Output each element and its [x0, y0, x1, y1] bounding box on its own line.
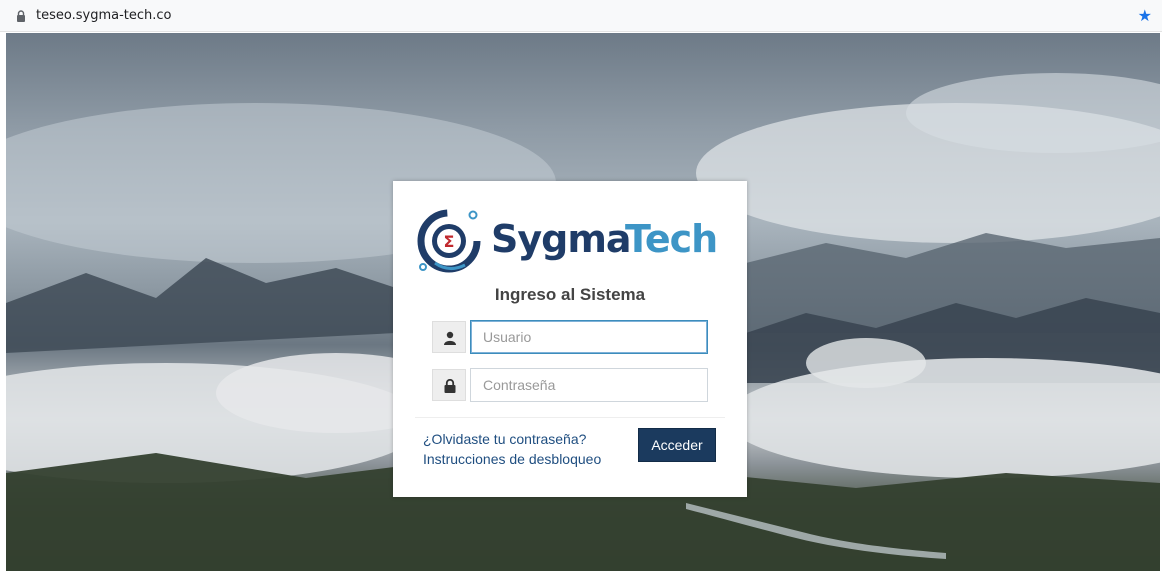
username-field — [432, 320, 708, 354]
login-title: Ingreso al Sistema — [494, 285, 646, 304]
divider — [415, 417, 725, 418]
login-page: Σ Sygma Tech Ingreso al Sistema Usuario … — [6, 33, 1160, 571]
sigma-gear-icon: Σ — [417, 209, 481, 273]
login-card: Σ Sygma Tech Ingreso al Sistema Usuario … — [393, 181, 747, 497]
password-input[interactable] — [470, 368, 708, 402]
user-icon — [432, 321, 466, 353]
logo-text-tech: Tech — [625, 217, 718, 261]
svg-text:Σ: Σ — [444, 232, 455, 251]
sygmatech-logo: Σ Sygma Tech — [415, 205, 725, 275]
browser-address-bar[interactable]: teseo.sygma-tech.co ★ — [0, 0, 1162, 32]
url-text[interactable]: teseo.sygma-tech.co — [36, 8, 171, 23]
login-button[interactable]: Acceder — [638, 428, 716, 462]
star-icon[interactable]: ★ — [1138, 6, 1152, 25]
username-input[interactable] — [470, 320, 708, 354]
lock-icon — [432, 369, 466, 401]
logo-text-sygma: Sygma — [491, 217, 632, 261]
lock-icon — [17, 10, 25, 22]
password-field — [432, 368, 708, 402]
forgot-password-link[interactable]: ¿Olvidaste tu contraseña? — [423, 431, 586, 447]
unlock-instructions-link[interactable]: Instrucciones de desbloqueo — [423, 451, 601, 467]
